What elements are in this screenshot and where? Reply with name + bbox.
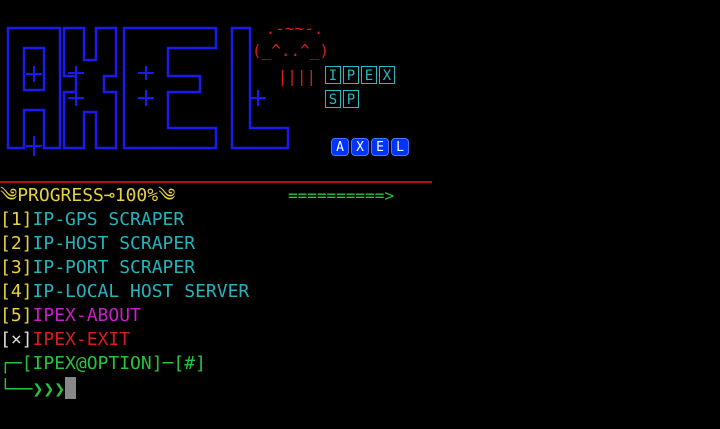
- prompt-text: [IPEX@OPTION]─[#]: [21, 353, 206, 374]
- menu-number: [1]: [0, 209, 33, 230]
- menu-number: [5]: [0, 305, 33, 326]
- axel-badge: E: [371, 138, 389, 156]
- progress-bar: ==========>: [288, 186, 394, 205]
- prompt-arrows-icon: ❯❯❯: [32, 379, 66, 400]
- terminal-cursor[interactable]: [65, 377, 77, 399]
- menu-item: [1]IP-GPS SCRAPER: [0, 208, 184, 232]
- axel-badge-row: A X E L: [331, 138, 409, 156]
- menu-label: IPEX-ABOUT: [32, 305, 141, 326]
- menu-number: [3]: [0, 257, 33, 278]
- progress-line: ༄PROGRESS⊸100%༄: [0, 184, 175, 208]
- menu-item: [×]IPEX-EXIT: [0, 328, 130, 352]
- progress-percent: 100%: [114, 185, 159, 206]
- sp-box: S: [325, 90, 341, 108]
- menu-label: IP-PORT SCRAPER: [32, 257, 196, 278]
- menu-number: [×]: [0, 329, 33, 350]
- menu-item: [3]IP-PORT SCRAPER: [0, 256, 195, 280]
- divider-line: [0, 181, 432, 183]
- menu-number: [2]: [0, 233, 33, 254]
- ipex-box: E: [361, 66, 377, 84]
- ornament-icon: ༄: [158, 185, 176, 206]
- prompt-corner: └──: [0, 379, 33, 400]
- ipex-box: X: [379, 66, 395, 84]
- menu-label: IP-HOST SCRAPER: [32, 233, 196, 254]
- prompt-line: ┌─[IPEX@OPTION]─[#]: [0, 352, 206, 376]
- menu-label: IPEX-EXIT: [32, 329, 131, 350]
- axel-badge: A: [331, 138, 349, 156]
- prompt-input-line[interactable]: └──❯❯❯: [0, 377, 77, 402]
- menu-item: [5]IPEX-ABOUT: [0, 304, 141, 328]
- menu-label: IP-GPS SCRAPER: [32, 209, 185, 230]
- axel-badge: L: [391, 138, 409, 156]
- progress-arrow: ⊸: [103, 185, 115, 206]
- ipex-box: I: [325, 66, 341, 84]
- sp-box-row: S P: [325, 90, 359, 108]
- menu-label: IP-LOCAL HOST SERVER: [32, 281, 250, 302]
- menu-item: [4]IP-LOCAL HOST SERVER: [0, 280, 249, 304]
- cat-legs: ||||: [268, 67, 317, 86]
- cat-face: (_^..^_): [252, 41, 330, 60]
- ipex-box: P: [343, 66, 359, 84]
- menu-item: [2]IP-HOST SCRAPER: [0, 232, 195, 256]
- ipex-box-row: I P E X: [325, 66, 395, 84]
- progress-label: PROGRESS: [17, 185, 104, 206]
- ornament-icon: ༄: [0, 185, 18, 206]
- cat-ears: .-~~-.: [256, 19, 324, 38]
- axel-badge: X: [351, 138, 369, 156]
- menu-number: [4]: [0, 281, 33, 302]
- sp-box: P: [343, 90, 359, 108]
- prompt-corner: ┌─: [0, 353, 22, 374]
